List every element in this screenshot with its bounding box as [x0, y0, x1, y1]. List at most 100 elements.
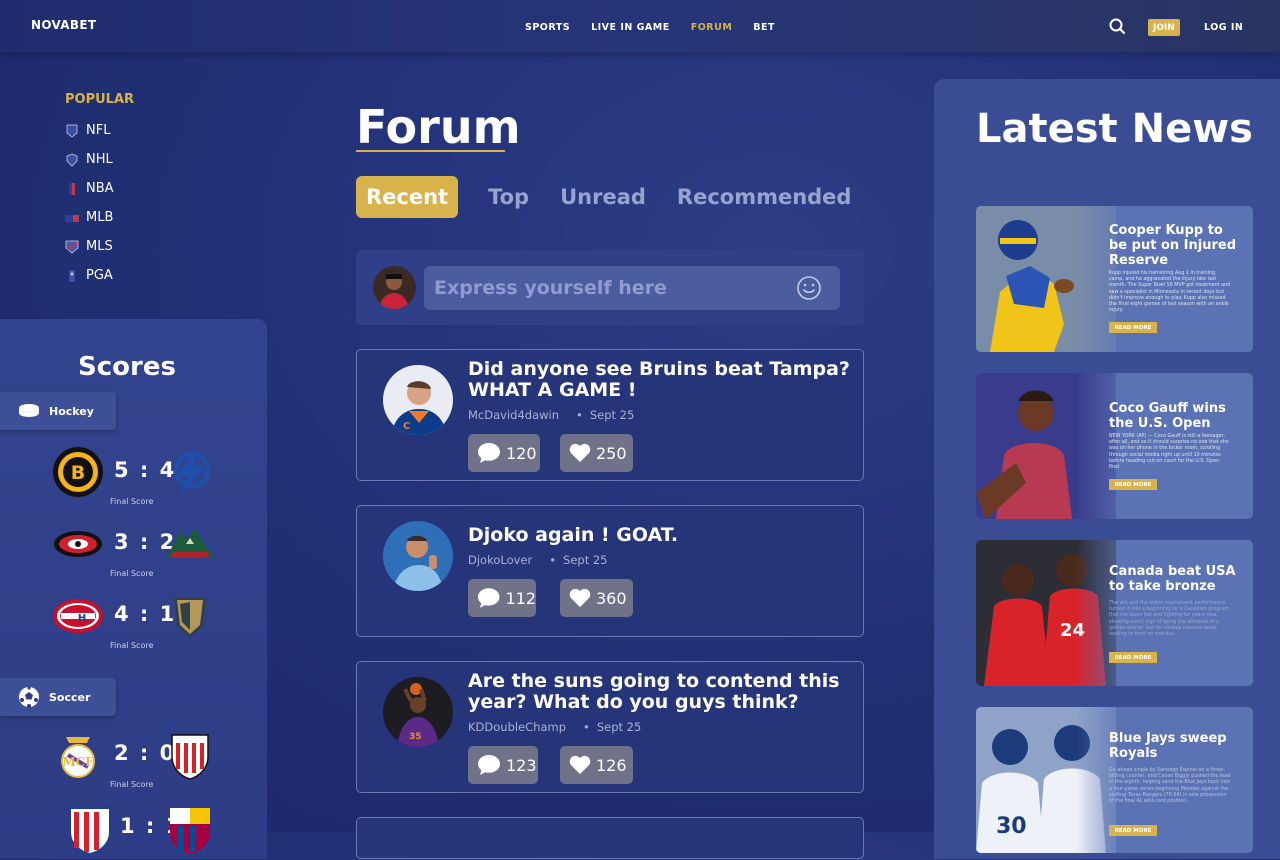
nav-live-in-game[interactable]: LIVE IN GAME [591, 22, 670, 33]
league-item-pga[interactable]: PGA [65, 261, 134, 290]
news-card-text: The win and the entire tournament perfor… [1109, 601, 1229, 638]
wild-logo-icon [166, 528, 214, 558]
match-row[interactable]: B 5 : 4 Final Score [52, 446, 222, 506]
comment-button[interactable]: 112 [468, 579, 536, 617]
tab-unread[interactable]: Unread [560, 185, 646, 209]
bruins-logo-icon: B [53, 447, 103, 497]
read-more-button[interactable]: READ MORE [1109, 825, 1157, 836]
post-title[interactable]: Did anyone see Bruins beat Tampa? WHAT A… [468, 359, 858, 401]
tab-recent[interactable]: Recent [356, 176, 459, 218]
comment-count: 120 [506, 443, 537, 463]
post-author-avatar[interactable]: C [383, 365, 453, 435]
svg-text:35: 35 [409, 732, 422, 742]
like-count: 360 [596, 588, 627, 608]
match-row[interactable]: MCF 2 : 0 Final Score [52, 729, 222, 789]
composer-input[interactable]: Express yourself here [424, 266, 840, 310]
news-card-title[interactable]: Blue Jays sweep Royals [1109, 731, 1244, 761]
search-icon[interactable] [1109, 18, 1125, 34]
sport-label: Hockey [49, 404, 94, 418]
league-item-nfl[interactable]: NFL [65, 116, 134, 145]
read-more-button[interactable]: READ MORE [1109, 479, 1157, 490]
hurricanes-logo-icon [54, 531, 102, 557]
like-count: 250 [596, 443, 627, 463]
league-label: NBA [86, 181, 114, 196]
comment-icon [478, 755, 500, 775]
emoji-icon[interactable] [796, 275, 822, 301]
pga-icon [69, 269, 75, 282]
league-item-mls[interactable]: MLS [65, 232, 134, 261]
nav-sports[interactable]: SPORTS [525, 22, 570, 33]
read-more-button[interactable]: READ MORE [1109, 652, 1157, 663]
nav-forum[interactable]: FORUM [691, 22, 733, 33]
forum-title-underline [356, 150, 505, 152]
forum-post[interactable]: 35 Are the suns going to contend this ye… [356, 661, 864, 793]
league-label: NHL [86, 152, 113, 167]
forum-tabs: Recent Top Unread Recommended [356, 176, 882, 218]
comment-icon [477, 588, 500, 608]
match-status: Final Score [110, 780, 154, 789]
post-author[interactable]: KDDoubleChamp [468, 720, 566, 734]
news-card-title[interactable]: Coco Gauff wins the U.S. Open [1109, 401, 1244, 431]
comment-button[interactable]: 120 [468, 434, 540, 472]
news-card[interactable]: Cooper Kupp to be put on Injured Reserve… [976, 206, 1253, 352]
comment-button[interactable]: 123 [468, 746, 538, 784]
join-button[interactable]: JOIN [1148, 19, 1180, 36]
post-title[interactable]: Are the suns going to contend this year?… [468, 671, 858, 713]
match-row[interactable]: 1 : 1 [52, 800, 222, 860]
comment-count: 123 [506, 755, 537, 775]
login-link[interactable]: LOG IN [1204, 22, 1243, 33]
post-author[interactable]: DjokoLover [468, 553, 532, 567]
news-title: Latest News [976, 106, 1253, 152]
post-author-avatar[interactable]: 35 [383, 677, 453, 747]
popular-title: POPULAR [65, 92, 135, 107]
forum-post[interactable]: C Did anyone see Bruins beat Tampa? WHAT… [356, 349, 864, 481]
nav-bet[interactable]: BET [753, 22, 775, 33]
news-card-title[interactable]: Cooper Kupp to be put on Injured Reserve [1109, 223, 1244, 268]
read-more-button[interactable]: READ MORE [1109, 322, 1157, 333]
league-item-nhl[interactable]: NHL [65, 145, 134, 174]
comment-count: 112 [505, 588, 536, 608]
news-card[interactable]: Coco Gauff wins the U.S. Open NEW YORK (… [976, 373, 1253, 519]
match-row[interactable]: 3 : 2 Final Score [52, 518, 222, 578]
logo[interactable]: NOVABET [31, 18, 96, 32]
post-meta: McDavid4dawin • Sept 25 [468, 408, 635, 422]
svg-text:H: H [78, 613, 86, 624]
post-author-avatar[interactable] [383, 521, 453, 591]
league-label: MLB [86, 210, 114, 225]
post-date: Sept 25 [563, 553, 608, 567]
post-meta: KDDoubleChamp • Sept 25 [468, 720, 642, 734]
tab-recommended[interactable]: Recommended [677, 185, 852, 209]
league-item-nba[interactable]: NBA [65, 174, 134, 203]
heart-icon [569, 755, 591, 774]
svg-text:30: 30 [996, 814, 1027, 839]
golden-knights-logo-icon [174, 598, 206, 638]
composer-placeholder: Express yourself here [434, 277, 667, 299]
like-button[interactable]: 250 [560, 434, 633, 472]
mlb-icon [65, 214, 79, 222]
league-label: MLS [86, 239, 113, 254]
like-button[interactable]: 360 [560, 579, 633, 617]
match-row[interactable]: H 4 : 1 Final Score [52, 590, 222, 650]
forum-post[interactable]: Djoko again ! GOAT. DjokoLover • Sept 25 1… [356, 505, 864, 637]
news-card-title[interactable]: Canada beat USA to take bronze [1109, 564, 1244, 594]
sport-tab-soccer[interactable]: Soccer [0, 678, 116, 716]
league-item-mlb[interactable]: MLB [65, 203, 134, 232]
sport-label: Soccer [49, 690, 91, 704]
post-meta: DjokoLover • Sept 25 [468, 553, 608, 567]
sport-tab-hockey[interactable]: Hockey [0, 392, 116, 430]
tab-top[interactable]: Top [488, 185, 529, 209]
post-title[interactable]: Djoko again ! GOAT. [468, 525, 858, 546]
forum-post[interactable] [356, 817, 864, 859]
user-avatar[interactable] [373, 266, 416, 309]
post-date: Sept 25 [596, 720, 642, 734]
news-card[interactable]: 24 Canada beat USA to take bronze The wi… [976, 540, 1253, 686]
athletic-club-logo-icon [171, 734, 209, 780]
league-label: PGA [86, 268, 113, 283]
post-composer: Express yourself here [356, 250, 864, 325]
news-card-text: Kupp injured his hamstring Aug 1 in trai… [1109, 271, 1231, 314]
like-button[interactable]: 126 [560, 746, 633, 784]
svg-text:MCF: MCF [62, 755, 94, 769]
post-author[interactable]: McDavid4dawin [468, 408, 559, 422]
svg-text:C: C [403, 421, 410, 432]
news-card[interactable]: 30 Blue Jays sweep Royals Go-ahead singl… [976, 707, 1253, 853]
